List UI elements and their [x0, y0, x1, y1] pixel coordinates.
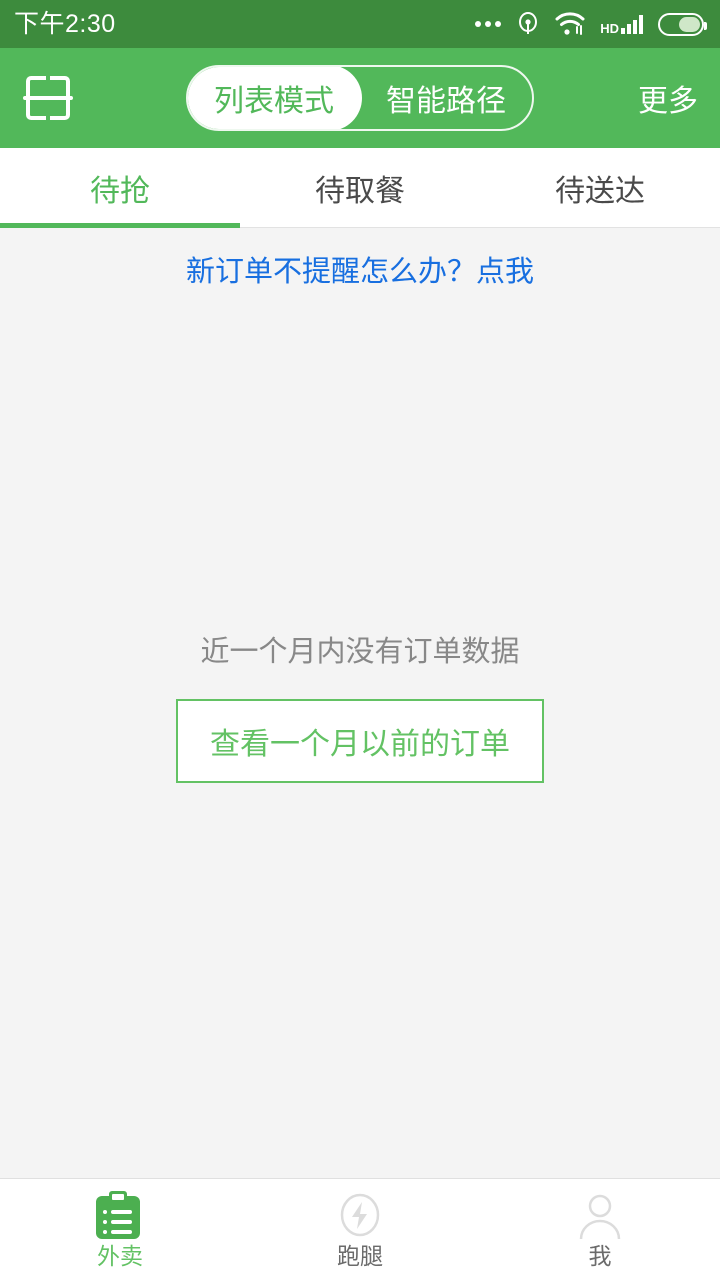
bottom-nav-label-profile: 我 [588, 1243, 612, 1269]
lightning-circle-icon [336, 1191, 384, 1239]
tab-pending-grab[interactable]: 待抢 [0, 148, 240, 228]
view-mode-segmented-control[interactable]: 列表模式 智能路径 [186, 65, 534, 131]
person-icon [576, 1191, 624, 1240]
wifi-icon [555, 12, 585, 36]
empty-state-text: 近一个月内没有订单数据 [200, 636, 520, 668]
more-button[interactable]: 更多 [638, 76, 698, 120]
status-time: 下午2:30 [14, 10, 116, 38]
content-area: 新订单不提醒怎么办？点我 近一个月内没有订单数据 查看一个月以前的订单 [0, 228, 720, 1178]
more-dots-icon [475, 21, 502, 27]
hd-label: HD [600, 21, 619, 36]
bottom-nav-bar: 外卖 跑腿 我 [0, 1178, 720, 1280]
new-order-alert-notice[interactable]: 新订单不提醒怎么办？点我 [186, 254, 534, 292]
empty-state: 近一个月内没有订单数据 查看一个月以前的订单 [0, 628, 720, 783]
status-bar: 下午2:30 HD [0, 0, 720, 48]
bottom-nav-label-takeout: 外卖 [97, 1243, 143, 1269]
segment-smart-route[interactable]: 智能路径 [360, 67, 532, 129]
bottom-nav-item-takeout[interactable]: 外卖 [0, 1179, 240, 1280]
view-older-orders-button[interactable]: 查看一个月以前的订单 [176, 699, 544, 783]
clipboard-list-icon [96, 1191, 144, 1239]
tab-pending-pickup[interactable]: 待取餐 [240, 148, 480, 227]
segment-list-mode[interactable]: 列表模式 [188, 67, 362, 129]
status-icon-group: HD [475, 11, 707, 37]
bottom-nav-item-profile[interactable]: 我 [480, 1179, 720, 1280]
vpn-icon [516, 11, 540, 37]
bottom-nav-item-errand[interactable]: 跑腿 [240, 1179, 480, 1280]
app-root: 下午2:30 HD 列表模式 智能路径 更多 待抢 待取餐 待送达 新订单不提醒… [0, 0, 720, 1280]
scan-code-icon[interactable] [20, 70, 76, 126]
hd-signal-icon: HD [600, 14, 643, 36]
nav-bar: 列表模式 智能路径 更多 [0, 48, 720, 148]
tab-pending-delivery[interactable]: 待送达 [480, 148, 720, 227]
battery-icon [658, 12, 707, 36]
bottom-nav-label-errand: 跑腿 [337, 1243, 383, 1269]
order-status-tabs: 待抢 待取餐 待送达 [0, 148, 720, 228]
signal-bars-icon [621, 14, 643, 34]
